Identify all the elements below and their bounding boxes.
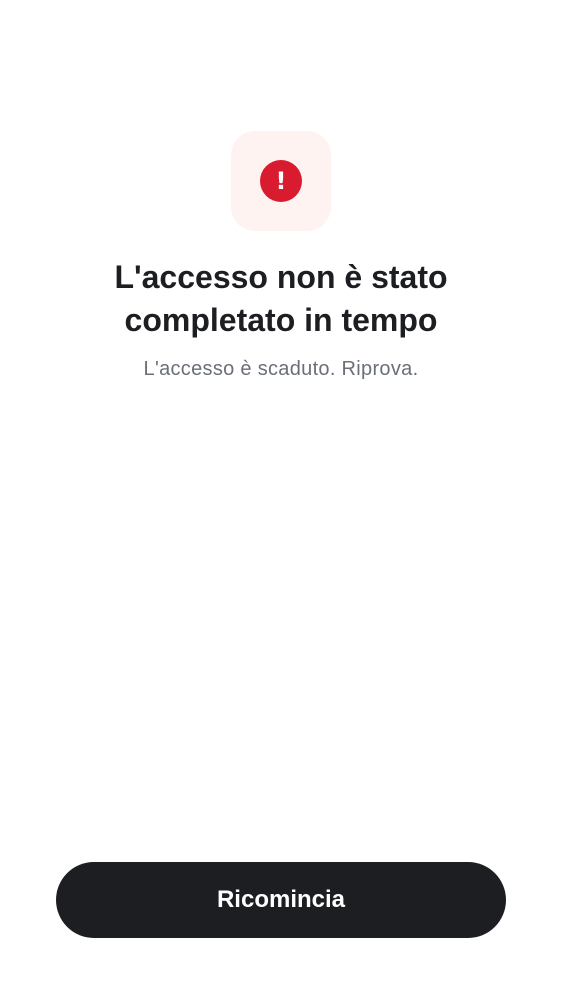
alert-exclamation: ! <box>275 167 287 195</box>
login-timeout-screen: ! L'accesso non è stato completato in te… <box>0 0 562 1000</box>
page-title: L'accesso non è stato completato in temp… <box>114 259 448 338</box>
restart-button[interactable]: Ricomincia <box>56 862 506 938</box>
status-icon-container: ! <box>231 131 331 231</box>
alert-circle-icon: ! <box>260 160 302 202</box>
page-subtitle: L'accesso è scaduto. Riprova. <box>143 358 419 380</box>
